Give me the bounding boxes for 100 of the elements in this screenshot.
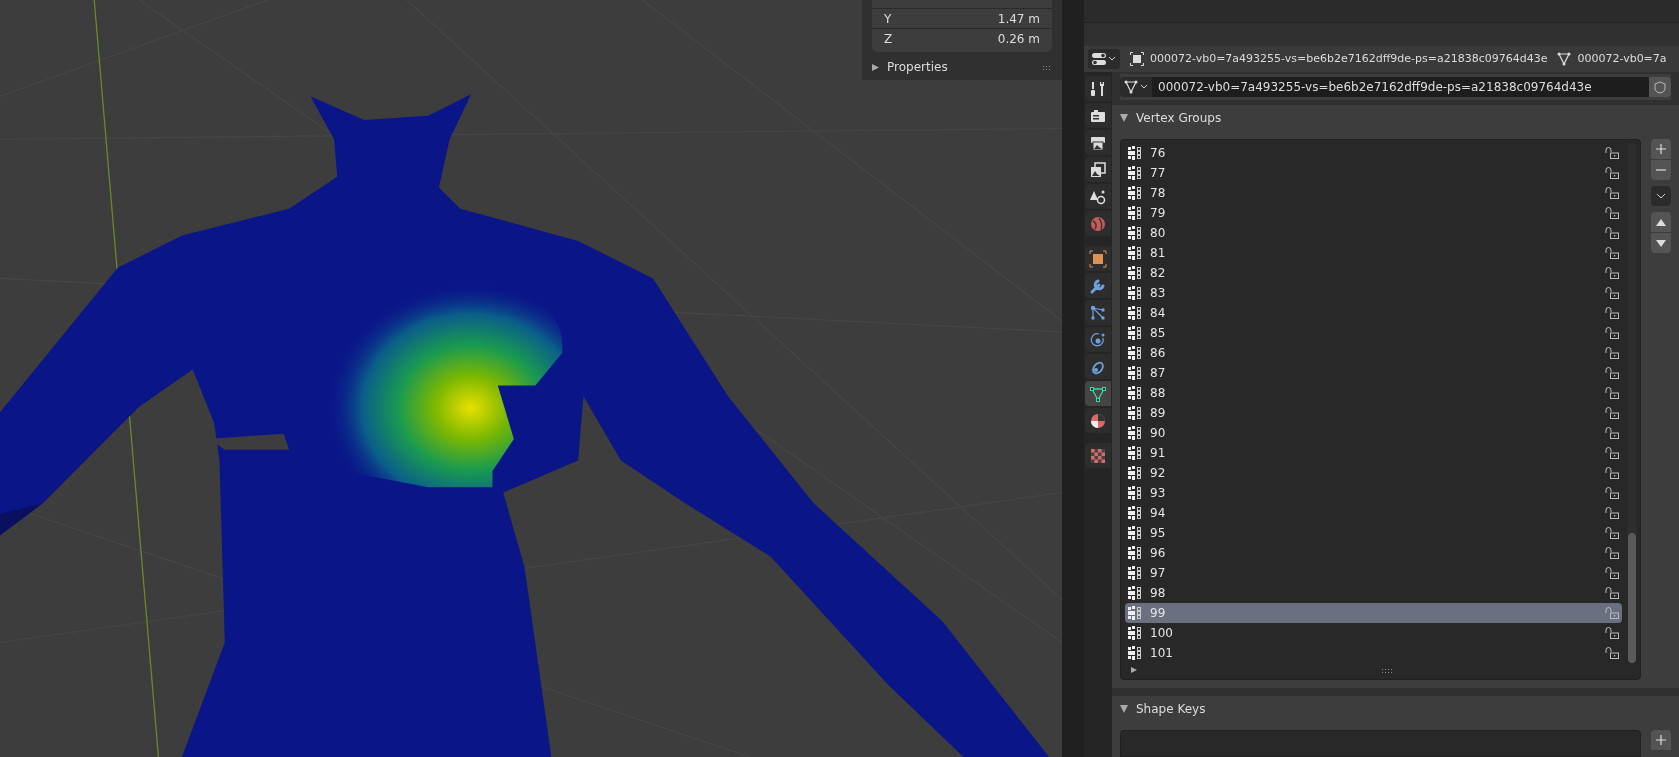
- properties-tab[interactable]: [1085, 381, 1111, 406]
- unlocked-padlock-icon[interactable]: [1605, 407, 1619, 419]
- properties-tab[interactable]: [1085, 300, 1111, 325]
- vertex-group-row[interactable]: 79: [1125, 203, 1622, 223]
- vertex-group-row[interactable]: 100: [1125, 623, 1622, 643]
- panel-header[interactable]: Vertex Groups: [1112, 105, 1679, 131]
- fake-user-button[interactable]: [1649, 77, 1671, 97]
- scrollbar-track[interactable]: [1628, 143, 1636, 663]
- unlocked-padlock-icon[interactable]: [1605, 387, 1619, 399]
- axis-value-field[interactable]: 0.26 m: [997, 29, 1040, 48]
- tools-icon: [1089, 79, 1107, 98]
- vertex-group-row[interactable]: 81: [1125, 243, 1622, 263]
- vertex-group-row[interactable]: 76: [1125, 143, 1622, 163]
- vertex-group-row[interactable]: 96: [1125, 543, 1622, 563]
- add-button[interactable]: [1651, 139, 1671, 159]
- properties-tab[interactable]: [1085, 184, 1111, 209]
- minus-icon: [1656, 169, 1666, 171]
- vertex-group-row[interactable]: 77: [1125, 163, 1622, 183]
- vertex-group-icon: [1128, 526, 1142, 540]
- group-name: 98: [1150, 585, 1166, 602]
- vertex-group-row[interactable]: 101: [1125, 643, 1622, 663]
- vertex-group-row[interactable]: 88: [1125, 383, 1622, 403]
- vertex-group-row[interactable]: 97: [1125, 563, 1622, 583]
- vertex-group-row[interactable]: 93: [1125, 483, 1622, 503]
- unlocked-padlock-icon[interactable]: [1605, 287, 1619, 299]
- vertex-group-row[interactable]: 94: [1125, 503, 1622, 523]
- orbit-icon: [1089, 330, 1107, 349]
- properties-tab[interactable]: [1085, 130, 1111, 155]
- unlocked-padlock-icon[interactable]: [1605, 587, 1619, 599]
- vertex-group-row[interactable]: 91: [1125, 443, 1622, 463]
- properties-tab[interactable]: [1085, 157, 1111, 182]
- move-up-button[interactable]: [1651, 212, 1671, 232]
- scrollbar-thumb[interactable]: [1628, 533, 1636, 663]
- properties-tab[interactable]: [1085, 408, 1111, 433]
- editor-type-button[interactable]: [1088, 49, 1120, 69]
- triangle-mesh-icon: [1089, 384, 1107, 403]
- expand-filter-arrow-icon[interactable]: [1131, 667, 1137, 673]
- panel-title[interactable]: Properties: [887, 58, 948, 76]
- vertex-group-row[interactable]: 86: [1125, 343, 1622, 363]
- unlocked-padlock-icon[interactable]: [1605, 487, 1619, 499]
- unlocked-padlock-icon[interactable]: [1605, 147, 1619, 159]
- unlocked-padlock-icon[interactable]: [1605, 167, 1619, 179]
- vertex-group-row[interactable]: 83: [1125, 283, 1622, 303]
- unlocked-padlock-icon[interactable]: [1605, 267, 1619, 279]
- unlocked-padlock-icon[interactable]: [1605, 207, 1619, 219]
- dropdown-caret-icon: [1108, 55, 1116, 63]
- unlocked-padlock-icon[interactable]: [1605, 367, 1619, 379]
- remove-button[interactable]: [1651, 160, 1671, 180]
- unlocked-padlock-icon[interactable]: [1605, 627, 1619, 639]
- checker-icon: [1089, 446, 1107, 465]
- properties-tab[interactable]: [1085, 103, 1111, 128]
- panel-title: Vertex Groups: [1136, 110, 1222, 127]
- vertex-group-row[interactable]: 84: [1125, 303, 1622, 323]
- group-name: 84: [1150, 305, 1166, 322]
- properties-tab[interactable]: [1085, 246, 1111, 271]
- unlocked-padlock-icon[interactable]: [1605, 467, 1619, 479]
- globe-icon: [1089, 214, 1107, 233]
- unlocked-padlock-icon[interactable]: [1605, 547, 1619, 559]
- vertex-group-row[interactable]: 85: [1125, 323, 1622, 343]
- unlocked-padlock-icon[interactable]: [1605, 247, 1619, 259]
- unlocked-padlock-icon[interactable]: [1605, 427, 1619, 439]
- group-name: 90: [1150, 425, 1166, 442]
- group-name: 77: [1150, 165, 1166, 182]
- properties-tab[interactable]: [1085, 76, 1111, 101]
- vertex-group-row[interactable]: 92: [1125, 463, 1622, 483]
- group-name: 76: [1150, 145, 1166, 162]
- unlocked-padlock-icon[interactable]: [1605, 647, 1619, 659]
- vertex-group-row[interactable]: 98: [1125, 583, 1622, 603]
- unlocked-padlock-icon[interactable]: [1605, 327, 1619, 339]
- vertex-group-row[interactable]: 99: [1125, 603, 1622, 623]
- unlocked-padlock-icon[interactable]: [1605, 447, 1619, 459]
- vertex-group-row[interactable]: 95: [1125, 523, 1622, 543]
- unlocked-padlock-icon[interactable]: [1605, 567, 1619, 579]
- move-down-button[interactable]: [1651, 233, 1671, 253]
- unlocked-padlock-icon[interactable]: [1605, 507, 1619, 519]
- collapse-arrow-icon[interactable]: [872, 63, 879, 71]
- vertex-group-row[interactable]: 80: [1125, 223, 1622, 243]
- unlocked-padlock-icon[interactable]: [1605, 527, 1619, 539]
- vertex-group-row[interactable]: 78: [1125, 183, 1622, 203]
- unlocked-padlock-icon[interactable]: [1605, 227, 1619, 239]
- vertex-group-row[interactable]: 82: [1125, 263, 1622, 283]
- properties-tab[interactable]: [1085, 327, 1111, 352]
- dropdown-caret-icon: [1140, 83, 1148, 91]
- unlocked-padlock-icon[interactable]: [1605, 187, 1619, 199]
- object-square-icon: [1089, 249, 1107, 268]
- vertex-group-icon: [1128, 466, 1142, 480]
- add-button[interactable]: [1651, 730, 1671, 750]
- vertex-group-row[interactable]: 87: [1125, 363, 1622, 383]
- toggle-switches-icon: [1092, 52, 1106, 66]
- vertex-group-row[interactable]: 90: [1125, 423, 1622, 443]
- panel-header[interactable]: Shape Keys: [1112, 696, 1679, 722]
- unlocked-padlock-icon[interactable]: [1605, 347, 1619, 359]
- mesh-name-field[interactable]: 000072-vb0=7a493255-vs=be6b2e7162dff9de-ps=a21838c09764d43e: [1152, 77, 1649, 97]
- vertex-group-row[interactable]: 89: [1125, 403, 1622, 423]
- properties-tab[interactable]: [1085, 354, 1111, 379]
- vertex-group-icon: [1128, 446, 1142, 460]
- properties-tab[interactable]: [1085, 273, 1111, 298]
- axis-value-field[interactable]: 1.47 m: [997, 9, 1040, 28]
- group-name: 100: [1150, 625, 1173, 642]
- unlocked-padlock-icon[interactable]: [1605, 307, 1619, 319]
